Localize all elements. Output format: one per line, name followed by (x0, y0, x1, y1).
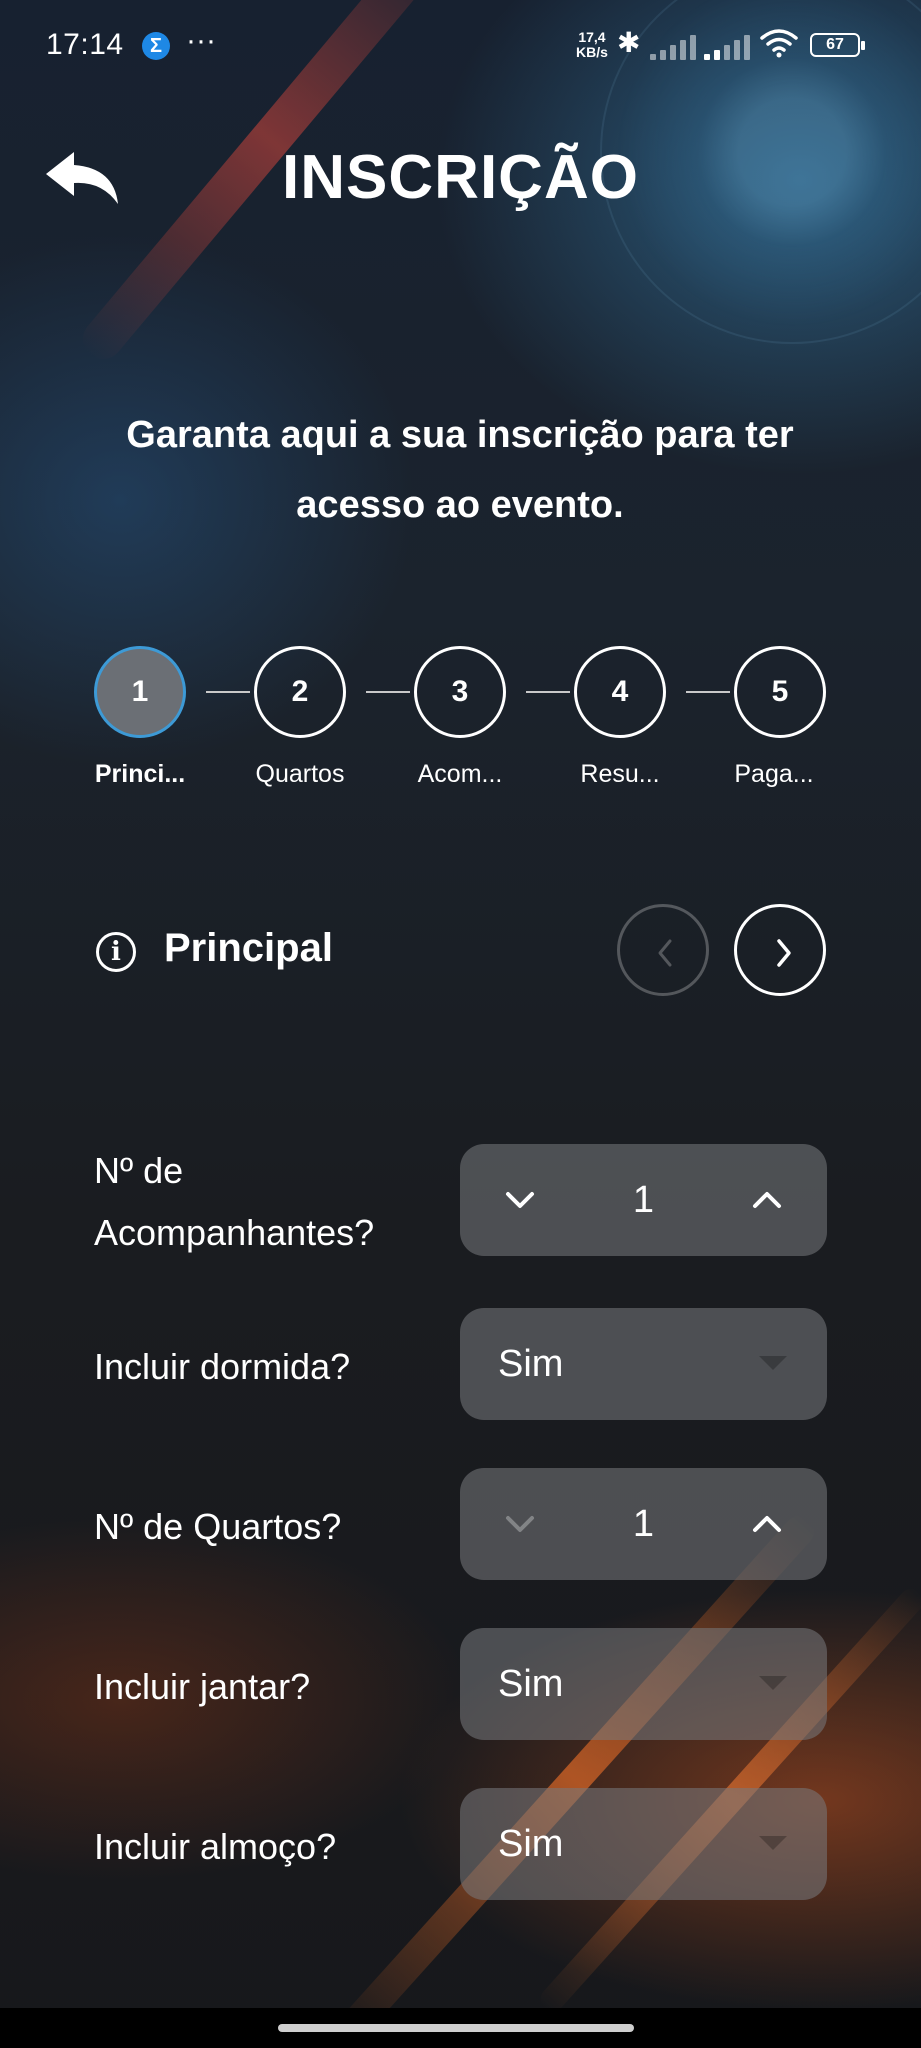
acompanhantes-label: Nº de Acompanhantes? (94, 1150, 375, 1253)
step-4-label: Resu... (580, 760, 660, 788)
quartos-label: Nº de Quartos? (94, 1506, 342, 1547)
step-2-label: Quartos (255, 760, 345, 788)
chevron-right-icon (777, 939, 791, 967)
step-connector (526, 691, 570, 693)
battery-icon: 67 (810, 33, 865, 57)
signal-bars-icon (704, 34, 762, 60)
status-bar: 17:14 Σ ··· 17,4 KB/s ✱ 67 (0, 0, 921, 92)
page-subtitle: Garanta aqui a sua inscrição para ter ac… (126, 414, 794, 526)
page-title: INSCRIÇÃO (282, 143, 639, 212)
info-icon: i (96, 932, 136, 972)
chevron-up-icon[interactable] (747, 1180, 787, 1220)
section-title: Principal (164, 926, 333, 970)
step-connector (686, 691, 730, 693)
background-light-streak (329, 1509, 821, 2048)
step-4-circle[interactable]: 4 (574, 646, 666, 738)
jantar-select[interactable]: Sim (460, 1628, 827, 1740)
sigma-notification-icon: Σ (142, 32, 170, 60)
almoco-select[interactable]: Sim (460, 1788, 827, 1900)
step-3-circle[interactable]: 3 (414, 646, 506, 738)
step-1-circle[interactable]: 1 (94, 646, 186, 738)
dormida-select[interactable]: Sim (460, 1308, 827, 1420)
chevron-left-icon (658, 939, 672, 967)
step-5-circle[interactable]: 5 (734, 646, 826, 738)
dropdown-caret-icon (759, 1676, 787, 1690)
step-1-label: Princi... (94, 760, 186, 788)
almoco-value: Sim (498, 1823, 564, 1865)
step-connector (206, 691, 250, 693)
chevron-up-icon[interactable] (747, 1504, 787, 1544)
jantar-value: Sim (498, 1663, 564, 1705)
dropdown-caret-icon (759, 1356, 787, 1370)
previous-step-button[interactable] (617, 904, 709, 996)
bluetooth-icon: ✱ (617, 27, 641, 58)
step-3-label: Acom... (417, 760, 503, 788)
acompanhantes-stepper[interactable]: 1 (460, 1144, 827, 1256)
dormida-value: Sim (498, 1343, 564, 1385)
status-time: 17:14 (46, 28, 124, 61)
dropdown-caret-icon (759, 1836, 787, 1850)
almoco-label: Incluir almoço? (94, 1826, 337, 1867)
chevron-down-icon[interactable] (500, 1180, 540, 1220)
step-2-circle[interactable]: 2 (254, 646, 346, 738)
wifi-icon (760, 29, 798, 58)
dormida-label: Incluir dormida? (94, 1346, 351, 1387)
next-step-button[interactable] (734, 904, 826, 996)
home-indicator[interactable] (278, 2024, 634, 2032)
quartos-stepper[interactable]: 1 (460, 1468, 827, 1580)
step-connector (366, 691, 410, 693)
chevron-down-icon[interactable] (500, 1504, 540, 1544)
signal-bars-icon (650, 34, 708, 60)
step-5-label: Paga... (734, 760, 814, 788)
jantar-label: Incluir jantar? (94, 1666, 311, 1707)
network-speed: 17,4 KB/s (576, 29, 608, 60)
more-notifications-icon: ··· (186, 24, 216, 57)
screen: 17:14 Σ ··· 17,4 KB/s ✱ 67 INSCRIÇÃO Gar… (0, 0, 921, 2048)
